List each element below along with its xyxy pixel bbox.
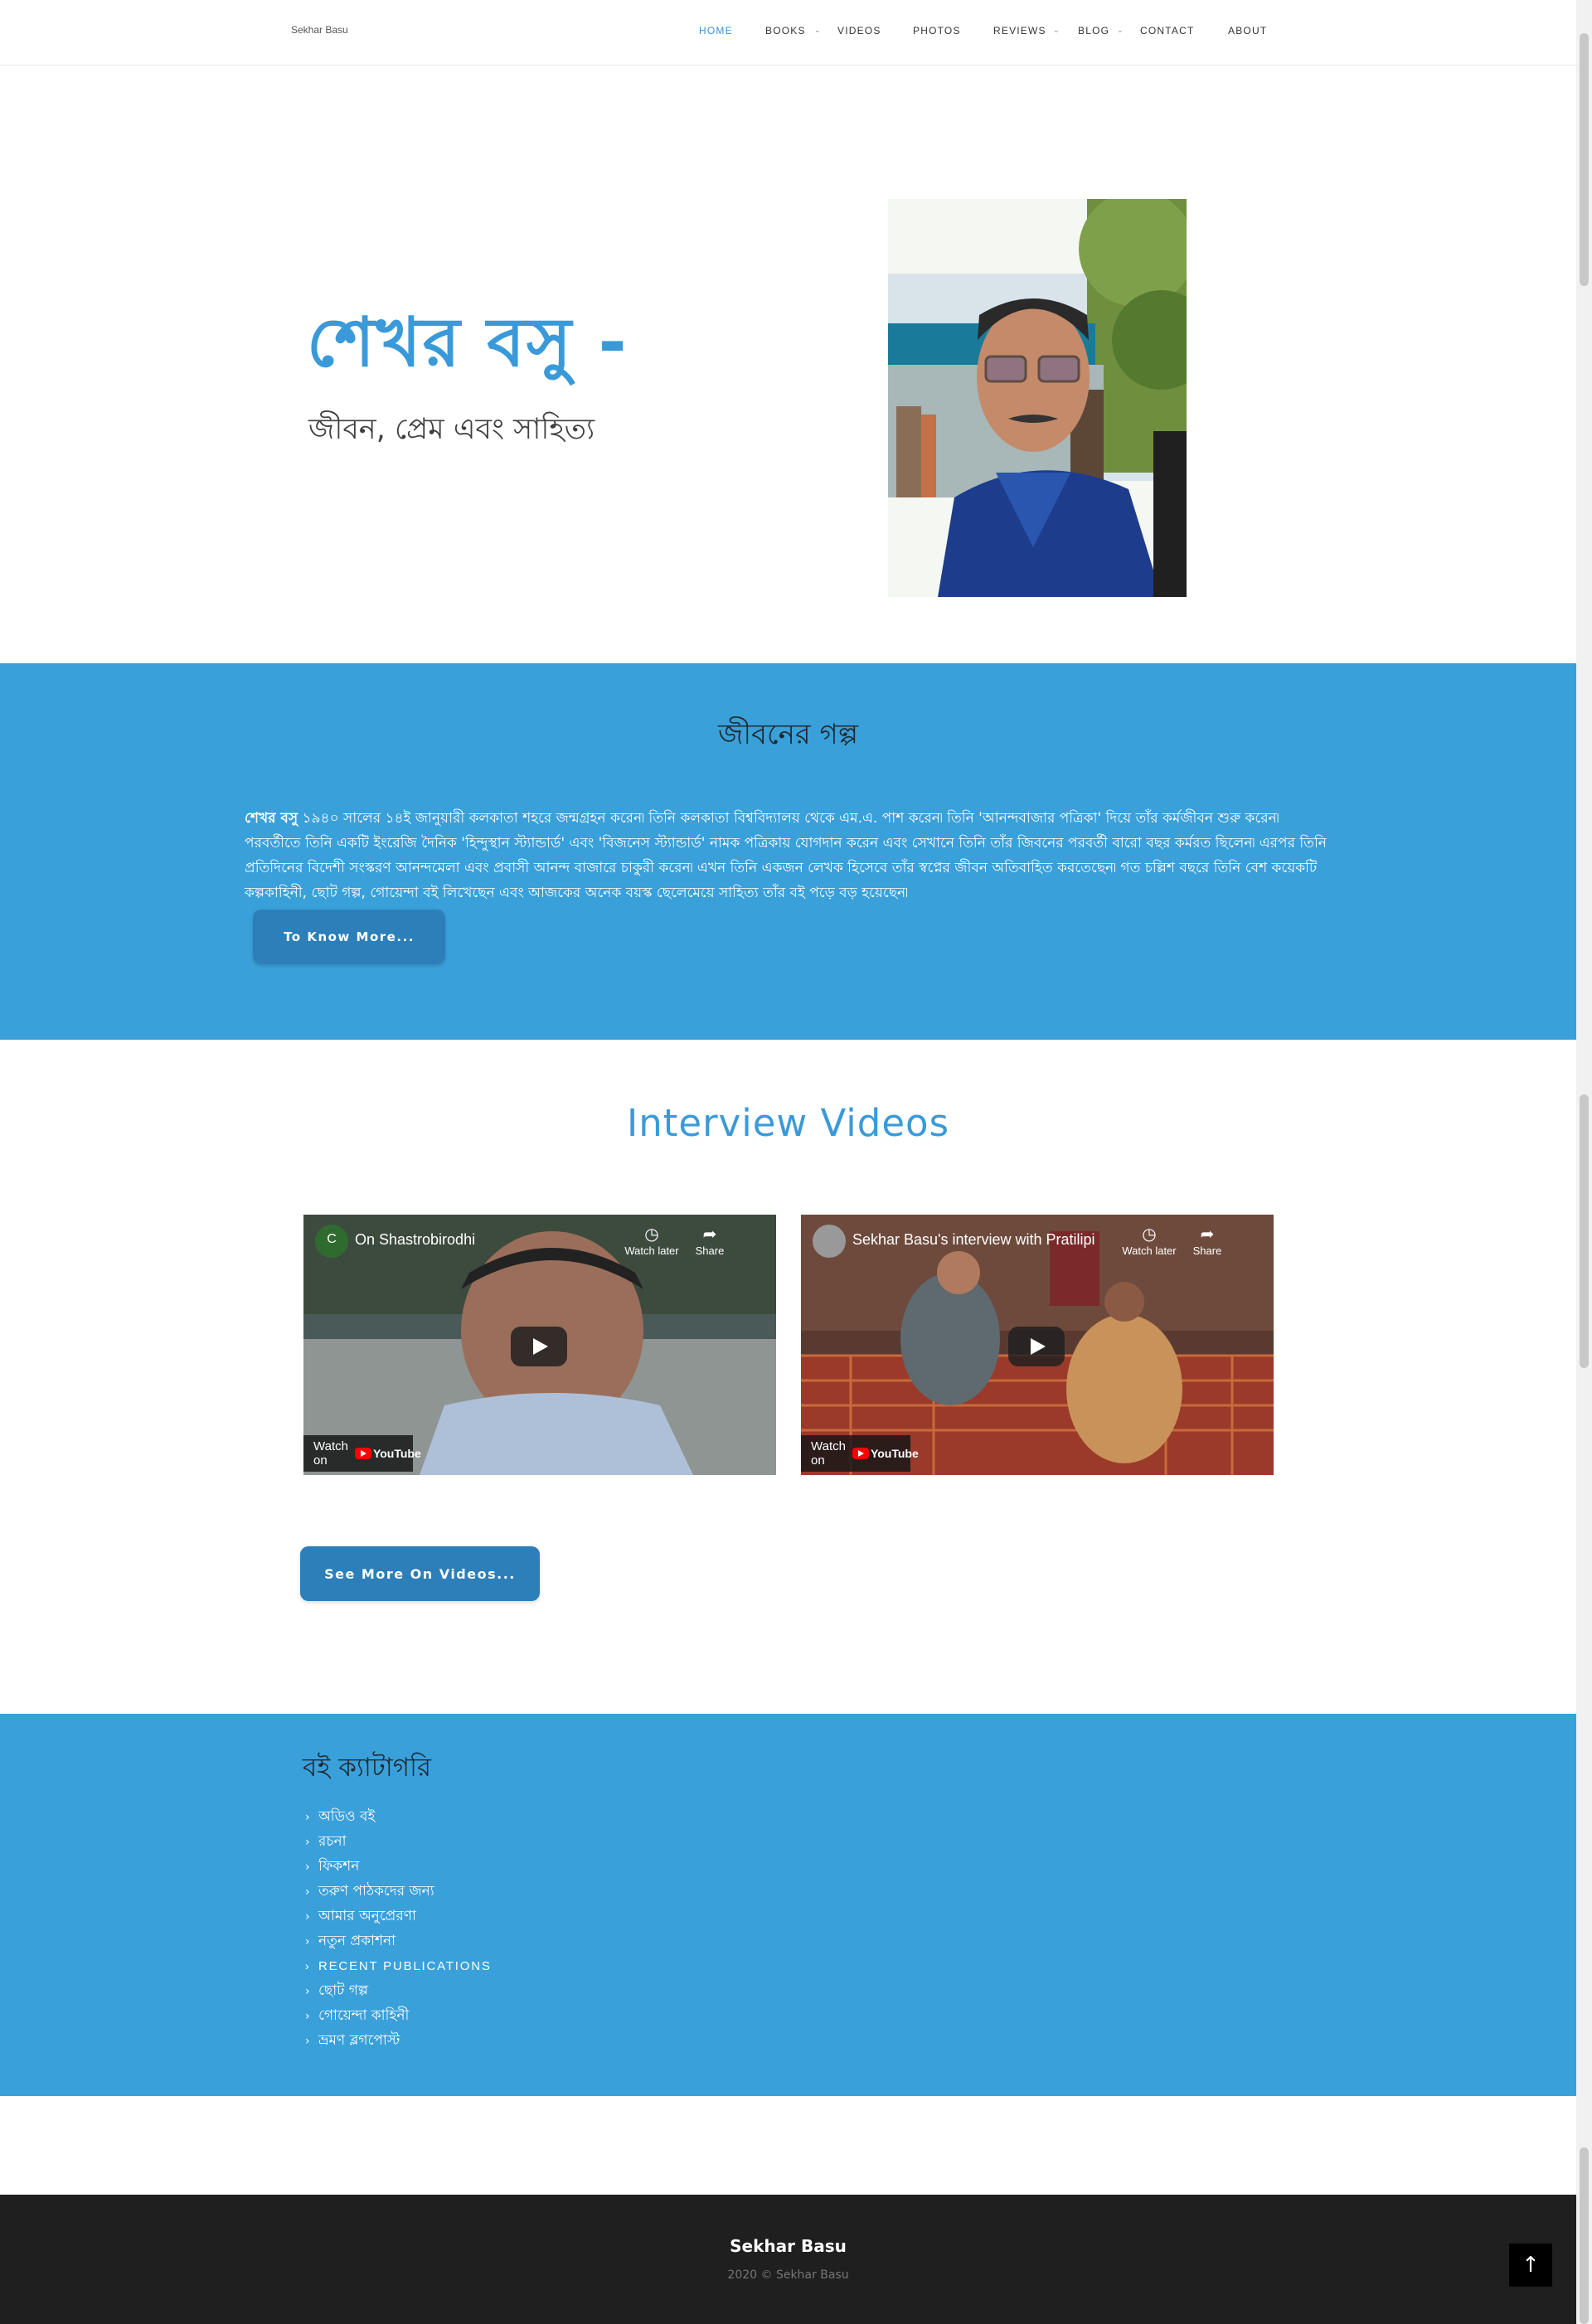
category-link[interactable]: › ফিকশন: [305, 1854, 492, 1879]
about-heading: জীবনের গল্প: [717, 718, 859, 751]
category-link[interactable]: › নতুন প্রকাশনা: [305, 1929, 492, 1953]
category-link[interactable]: › রচনা: [305, 1829, 492, 1854]
video-title[interactable]: On Shastrobirodhi: [355, 1231, 475, 1249]
watch-on-youtube-button[interactable]: Watch on YouTube: [303, 1435, 421, 1472]
site-name-link[interactable]: Sekhar Basu: [291, 24, 348, 36]
footer-site-name: Sekhar Basu: [730, 2236, 847, 2256]
video-title[interactable]: Sekhar Basu's interview with Pratilipi: [852, 1231, 1095, 1249]
category-link[interactable]: › গোয়েন্দা কাহিনী: [305, 2003, 492, 2028]
scrollbar-thumb[interactable]: [1580, 1094, 1589, 1368]
about-text: ১৯৪০ সালের ১৪ই জানুয়ারী কলকাতা শহরে জন্…: [245, 810, 1327, 901]
youtube-logo-icon: YouTube: [354, 1447, 421, 1460]
footer-copyright: 2020 © Sekhar Basu: [727, 2268, 849, 2282]
share-button[interactable]: ➦ Share: [681, 1225, 739, 1257]
watch-later-button[interactable]: ◷ Watch later: [1120, 1225, 1178, 1257]
play-icon[interactable]: [511, 1327, 567, 1366]
site-footer: [0, 2195, 1576, 2324]
know-more-button[interactable]: To Know More...: [253, 910, 445, 964]
clock-icon: ◷: [644, 1225, 659, 1244]
author-portrait-image: [888, 199, 1187, 597]
category-list: › অডিও বই › রচনা › ফিকশন › তরুণ পাঠকদের জন্য…: [305, 1804, 492, 2053]
chevron-right-icon: ›: [305, 1985, 310, 1998]
category-link[interactable]: › তরুণ পাঠকদের জন্য: [305, 1879, 492, 1904]
category-link[interactable]: › RECENT PUBLICATIONS: [305, 1953, 492, 1978]
category-link[interactable]: › ছোট গল্প: [305, 1978, 492, 2003]
share-icon: ➦: [1200, 1225, 1215, 1244]
chevron-right-icon: ›: [305, 1885, 310, 1899]
chevron-right-icon: ›: [305, 1935, 310, 1948]
share-button[interactable]: ➦ Share: [1178, 1225, 1236, 1257]
video-embed-2[interactable]: Sekhar Basu's interview with Pratilipi ◷…: [801, 1215, 1274, 1475]
clock-icon: ◷: [1142, 1225, 1157, 1244]
nav-home[interactable]: HOME: [699, 25, 733, 36]
hero-title: শেখর বসু -: [307, 303, 629, 382]
chevron-down-icon[interactable]: ⌄: [814, 27, 821, 35]
nav-photos[interactable]: PHOTOS: [913, 25, 961, 36]
about-paragraph: শেখর বসু ১৯৪০ সালের ১৪ই জানুয়ারী কলকাতা…: [245, 806, 1332, 905]
nav-books[interactable]: BOOKS: [765, 25, 806, 36]
scrollbar-thumb[interactable]: [1580, 2147, 1589, 2324]
chevron-right-icon: ›: [305, 1811, 310, 1824]
chevron-right-icon: ›: [305, 2010, 310, 2023]
youtube-logo-icon: YouTube: [852, 1447, 919, 1460]
arrow-up-icon: ↑: [1522, 2253, 1540, 2278]
nav-videos[interactable]: VIDEOS: [837, 25, 881, 36]
watch-on-youtube-button[interactable]: Watch on YouTube: [801, 1435, 919, 1472]
back-to-top-button[interactable]: ↑: [1509, 2244, 1552, 2287]
nav-reviews[interactable]: REVIEWS: [993, 25, 1046, 36]
chevron-right-icon: ›: [305, 2035, 310, 2048]
nav-blog[interactable]: BLOG: [1078, 25, 1109, 36]
category-link[interactable]: › ভ্রমণ ব্লগপোস্ট: [305, 2028, 492, 2053]
chevron-right-icon: ›: [305, 1836, 310, 1849]
videos-heading: Interview Videos: [626, 1101, 950, 1145]
share-icon: ➦: [702, 1225, 717, 1244]
nav-contact[interactable]: CONTACT: [1140, 25, 1195, 36]
chevron-right-icon: ›: [305, 1910, 310, 1924]
see-more-videos-button[interactable]: See More On Videos...: [300, 1546, 540, 1601]
chevron-down-icon[interactable]: ⌄: [1117, 27, 1124, 35]
category-link[interactable]: › আমার অনুপ্রেরণা: [305, 1904, 492, 1929]
play-icon[interactable]: [1008, 1327, 1065, 1366]
video-embed-1[interactable]: C On Shastrobirodhi ◷ Watch later ➦ Share …: [303, 1215, 776, 1475]
book-categories-section: [0, 1714, 1576, 2096]
categories-heading: বই ক্যাটাগরি: [303, 1753, 432, 1783]
channel-avatar[interactable]: C: [315, 1225, 348, 1258]
chevron-down-icon[interactable]: ⌄: [1053, 27, 1060, 35]
author-name: শেখর বসু: [245, 810, 298, 827]
channel-avatar[interactable]: [813, 1225, 846, 1258]
chevron-right-icon: ›: [305, 1861, 310, 1874]
hero-subtitle: জীবন, প্রেম এবং সাহিত্য: [308, 413, 595, 446]
portrait-photo: [888, 199, 1187, 597]
watch-later-button[interactable]: ◷ Watch later: [623, 1225, 681, 1257]
nav-about[interactable]: ABOUT: [1228, 25, 1267, 36]
category-link[interactable]: › অডিও বই: [305, 1804, 492, 1829]
chevron-right-icon: ›: [305, 1959, 311, 1972]
scrollbar-thumb[interactable]: [1580, 33, 1589, 286]
